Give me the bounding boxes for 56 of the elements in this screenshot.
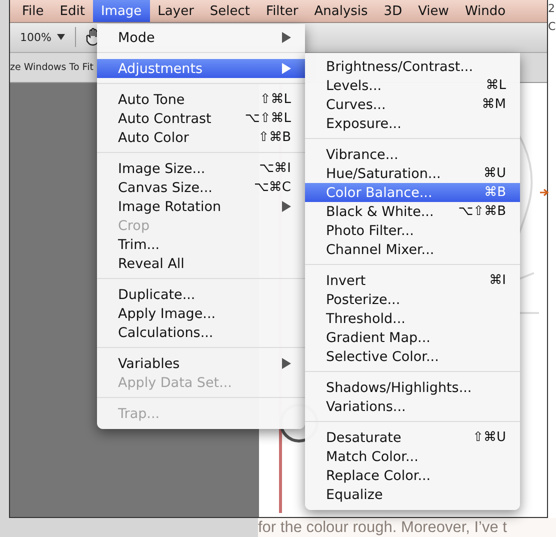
menu-item[interactable]: Replace Color... — [305, 466, 520, 485]
menu-item[interactable]: Canvas Size... ⌥⌘C — [97, 178, 305, 197]
menu-item[interactable]: Posterize... — [305, 290, 520, 309]
caret-icon — [57, 34, 66, 40]
menu-title[interactable]: Analysis — [306, 0, 376, 22]
submenu-arrow-icon — [282, 32, 291, 43]
submenu-arrow-icon — [282, 63, 291, 74]
menu-item[interactable]: Duplicate... — [97, 285, 305, 304]
menu-title[interactable]: Edit — [52, 0, 93, 22]
menu-item[interactable]: Shadows/Highlights... — [305, 378, 520, 397]
menu-item[interactable]: Vibrance... — [305, 145, 520, 164]
menu-item[interactable]: Exposure... — [305, 114, 520, 133]
menu-item[interactable]: Calculations... — [97, 323, 305, 342]
arrow-icon — [540, 188, 549, 197]
menu-item[interactable]: Hue/Saturation... ⌘U — [305, 164, 520, 183]
menu-title[interactable]: Windo — [456, 0, 514, 22]
menu-title[interactable]: Filter — [258, 0, 306, 22]
page-text: 2 — [548, 2, 555, 16]
menu-item[interactable]: Threshold... — [305, 309, 520, 328]
menu-item[interactable]: Levels... ⌘L — [305, 76, 520, 95]
menu-item[interactable]: Image Size... ⌥⌘I — [97, 159, 305, 178]
menu-item[interactable]: Desaturate ⇧⌘U — [305, 428, 520, 447]
menu-item[interactable]: Invert ⌘I — [305, 271, 520, 290]
menu-item[interactable]: Photo Filter... — [305, 221, 520, 240]
menu-title[interactable]: File — [14, 0, 52, 22]
menu-item[interactable]: Match Color... — [305, 447, 520, 466]
zoom-dropdown[interactable]: 100% — [20, 27, 76, 48]
option-label[interactable]: ze Windows To Fit — [10, 62, 94, 73]
page-caption: for the colour rough. Moreover, I’ve t — [258, 518, 556, 537]
menu-title[interactable]: 3D — [376, 0, 410, 22]
menu-item[interactable]: Apply Image... — [97, 304, 305, 323]
menu-item[interactable]: Variables — [97, 354, 305, 373]
menu-item[interactable]: Auto Color ⇧⌘B — [97, 128, 305, 147]
submenu-arrow-icon — [282, 358, 291, 369]
menu-item[interactable]: Gradient Map... — [305, 328, 520, 347]
menu-item[interactable]: Trim... — [97, 235, 305, 254]
menu-item[interactable]: Adjustments — [97, 59, 305, 78]
menu-item[interactable]: Image Rotation — [97, 197, 305, 216]
menu-item[interactable]: Curves... ⌘M — [305, 95, 520, 114]
menu-item[interactable]: Color Balance... ⌘B — [305, 183, 520, 202]
menu-item[interactable]: Selective Color... — [305, 347, 520, 366]
menu-title[interactable]: View — [410, 0, 457, 22]
menu-item[interactable]: Channel Mixer... — [305, 240, 520, 259]
menu-title[interactable]: Select — [202, 0, 258, 22]
menu-item[interactable]: Auto Contrast ⌥⇧⌘L — [97, 109, 305, 128]
menu-item[interactable]: Reveal All — [97, 254, 305, 273]
menu-item[interactable]: Black & White... ⌥⇧⌘B — [305, 202, 520, 221]
menu-title[interactable]: Layer — [150, 0, 202, 22]
submenu-arrow-icon — [282, 201, 291, 212]
menu-item[interactable]: Brightness/Contrast... — [305, 57, 520, 76]
menu-item[interactable]: Mode — [97, 28, 305, 47]
page-text: C — [548, 20, 556, 34]
menu-item[interactable]: Variations... — [305, 397, 520, 416]
menu-item[interactable]: Equalize — [305, 485, 520, 504]
menu-title[interactable]: Image — [92, 0, 150, 22]
menu-item[interactable]: Auto Tone ⇧⌘L — [97, 90, 305, 109]
